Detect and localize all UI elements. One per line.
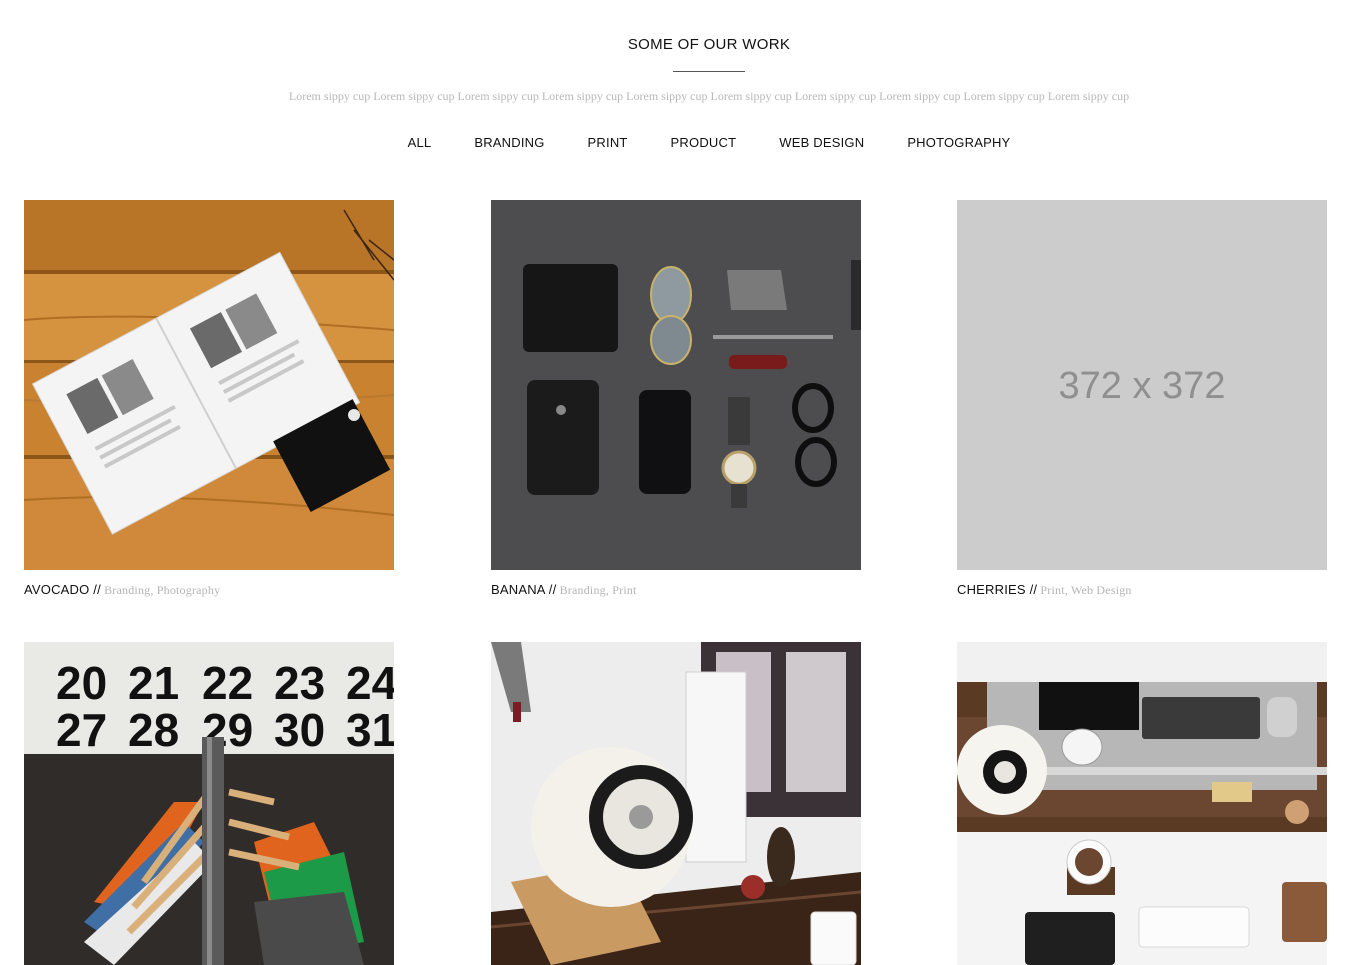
portfolio-card-banana[interactable]: BANANA // Branding, Print: [491, 200, 861, 598]
portfolio-categories: Branding, Print: [556, 583, 637, 597]
portfolio-card-cherries[interactable]: 372 x 372 CHERRIES // Print, Web Design: [957, 200, 1327, 598]
placeholder-size-label: 372 x 372: [1058, 365, 1226, 407]
filter-print[interactable]: PRINT: [588, 135, 628, 150]
caption-separator: //: [89, 582, 101, 597]
calendar-number: 23: [274, 657, 325, 709]
portfolio-caption-cherries: CHERRIES // Print, Web Design: [957, 582, 1327, 598]
portfolio-image-placeholder[interactable]: 372 x 372: [957, 200, 1327, 570]
portfolio-categories: Print, Web Design: [1037, 583, 1132, 597]
portfolio-grid: AVOCADO // Branding, Photography BANANA …: [24, 200, 1327, 965]
portfolio-categories: Branding, Photography: [100, 583, 221, 597]
portfolio-card-workspace[interactable]: [957, 642, 1327, 965]
portfolio-filter-nav: ALL BRANDING PRINT PRODUCT WEB DESIGN PH…: [0, 135, 1356, 150]
calendar-number: 30: [274, 704, 325, 756]
portfolio-image-clothes-rack[interactable]: 20 21 22 23 24 27 28 29 30 31: [24, 642, 394, 965]
section-title: SOME OF OUR WORK: [627, 36, 791, 53]
filter-branding[interactable]: BRANDING: [474, 135, 544, 150]
calendar-number: 27: [56, 704, 107, 756]
portfolio-image-workspace[interactable]: [957, 642, 1327, 965]
portfolio-card-clothes-rack[interactable]: 20 21 22 23 24 27 28 29 30 31: [24, 642, 394, 965]
portfolio-image-avocado[interactable]: [24, 200, 394, 570]
book-on-table-image: [24, 200, 394, 570]
calendar-number: 22: [202, 657, 253, 709]
portfolio-image-banana[interactable]: [491, 200, 861, 570]
filter-photography[interactable]: PHOTOGRAPHY: [907, 135, 1010, 150]
portfolio-title[interactable]: AVOCADO: [24, 582, 89, 597]
filter-web-design[interactable]: WEB DESIGN: [779, 135, 864, 150]
calendar-number: 24: [346, 657, 394, 709]
workspace-topdown-image: [957, 642, 1327, 965]
portfolio-card-speaker[interactable]: [491, 642, 861, 965]
filter-all[interactable]: ALL: [408, 135, 432, 150]
calendar-number: 28: [128, 704, 179, 756]
caption-separator: //: [544, 582, 557, 597]
clothes-rack-image: 20 21 22 23 24 27 28 29 30 31: [24, 642, 394, 965]
portfolio-image-speaker[interactable]: [491, 642, 861, 965]
caption-separator: //: [1025, 582, 1038, 597]
portfolio-caption-avocado: AVOCADO // Branding, Photography: [24, 582, 394, 598]
portfolio-title[interactable]: BANANA: [491, 582, 545, 597]
filter-product[interactable]: PRODUCT: [671, 135, 737, 150]
calendar-number: 21: [128, 657, 179, 709]
speaker-desk-image: [491, 642, 861, 965]
calendar-number: 20: [56, 657, 107, 709]
title-divider: [673, 71, 745, 72]
calendar-number: 31: [346, 704, 394, 756]
section-subtitle: Lorem sippy cup Lorem sippy cup Lorem si…: [288, 89, 1130, 103]
portfolio-caption-banana: BANANA // Branding, Print: [491, 582, 861, 598]
portfolio-card-avocado[interactable]: AVOCADO // Branding, Photography: [24, 200, 394, 598]
accessories-flatlay-image: [491, 200, 861, 570]
portfolio-title[interactable]: CHERRIES: [957, 582, 1026, 597]
